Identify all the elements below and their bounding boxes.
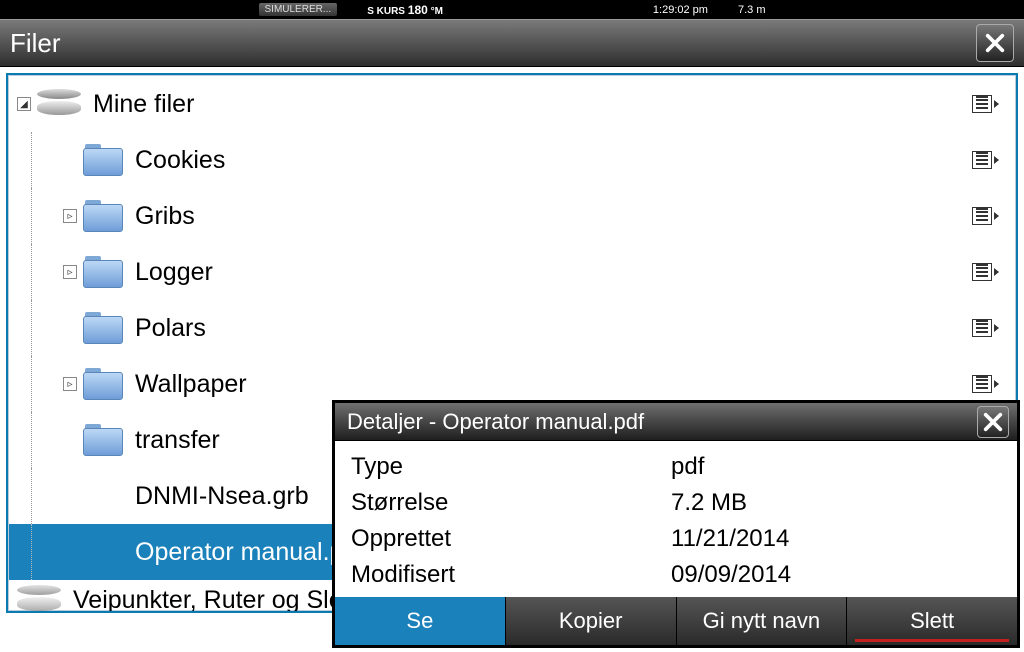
folder-icon — [83, 256, 123, 288]
delete-button[interactable]: Slett — [846, 597, 1017, 645]
prop-label: Størrelse — [351, 485, 671, 521]
prop-label: Modifisert — [351, 557, 671, 593]
drive-icon — [17, 585, 61, 613]
tree-item-label: Polars — [135, 314, 972, 343]
row-menu-button[interactable] — [972, 151, 999, 169]
simulator-badge: SIMULERER... — [259, 3, 338, 16]
prop-value: 09/09/2014 — [671, 557, 791, 593]
expand-icon[interactable]: ▹ — [63, 265, 77, 279]
close-button[interactable] — [976, 24, 1014, 62]
prop-label: Type — [351, 449, 671, 485]
course-unit: °M — [431, 6, 443, 17]
course-readout: S KURS 180 °M — [367, 3, 443, 17]
folder-icon — [83, 368, 123, 400]
dialog-close-button[interactable] — [977, 406, 1009, 438]
status-bar: SIMULERER... S KURS 180 °M 1:29:02 pm 7.… — [0, 0, 1024, 19]
prop-modified: Modifisert 09/09/2014 — [351, 557, 1001, 593]
collapse-icon[interactable]: ◢ — [17, 97, 31, 111]
folder-icon — [83, 424, 123, 456]
depth-readout: 7.3 m — [738, 4, 766, 16]
tree-item-cookies[interactable]: Cookies — [9, 132, 1015, 188]
dialog-body: Type pdf Størrelse 7.2 MB Opprettet 11/2… — [335, 441, 1017, 597]
row-menu-button[interactable] — [972, 95, 999, 113]
tree-item-label: Wallpaper — [135, 370, 972, 399]
prop-value: 7.2 MB — [671, 485, 747, 521]
details-dialog: Detaljer - Operator manual.pdf Type pdf … — [332, 400, 1020, 648]
tree-item-label: Gribs — [135, 202, 972, 231]
tree-item-polars[interactable]: Polars — [9, 300, 1015, 356]
prop-size: Størrelse 7.2 MB — [351, 485, 1001, 521]
tree-item-logger[interactable]: ▹ Logger — [9, 244, 1015, 300]
dialog-titlebar: Detaljer - Operator manual.pdf — [335, 403, 1017, 441]
dialog-title: Detaljer - Operator manual.pdf — [343, 409, 644, 435]
prop-value: pdf — [671, 449, 704, 485]
prop-label: Opprettet — [351, 521, 671, 557]
row-menu-button[interactable] — [972, 263, 999, 281]
prop-created: Opprettet 11/21/2014 — [351, 521, 1001, 557]
row-menu-button[interactable] — [972, 375, 999, 393]
course-value: 180 — [408, 3, 428, 17]
row-menu-button[interactable] — [972, 207, 999, 225]
folder-icon — [83, 312, 123, 344]
course-prefix: S — [367, 6, 374, 17]
tree-item-label: Logger — [135, 258, 972, 287]
tree-root[interactable]: ◢ Mine filer — [9, 76, 1015, 132]
course-label: KURS — [377, 6, 405, 17]
dialog-actions: Se Kopier Gi nytt navn Slett — [335, 597, 1017, 645]
rename-button[interactable]: Gi nytt navn — [676, 597, 847, 645]
window-titlebar: Filer — [0, 19, 1024, 67]
clock: 1:29:02 pm — [653, 4, 708, 16]
drive-icon — [37, 89, 81, 119]
tree-root-label: Mine filer — [93, 90, 972, 119]
prop-type: Type pdf — [351, 449, 1001, 485]
close-icon — [984, 32, 1006, 54]
prop-value: 11/21/2014 — [671, 521, 789, 557]
expand-icon[interactable]: ▹ — [63, 209, 77, 223]
row-menu-button[interactable] — [972, 319, 999, 337]
expand-icon[interactable]: ▹ — [63, 377, 77, 391]
copy-button[interactable]: Kopier — [505, 597, 676, 645]
tree-item-label: Cookies — [135, 146, 972, 175]
folder-icon — [83, 200, 123, 232]
folder-icon — [83, 144, 123, 176]
window-title: Filer — [10, 28, 61, 59]
view-button[interactable]: Se — [335, 597, 505, 645]
close-icon — [982, 411, 1004, 433]
tree-item-gribs[interactable]: ▹ Gribs — [9, 188, 1015, 244]
